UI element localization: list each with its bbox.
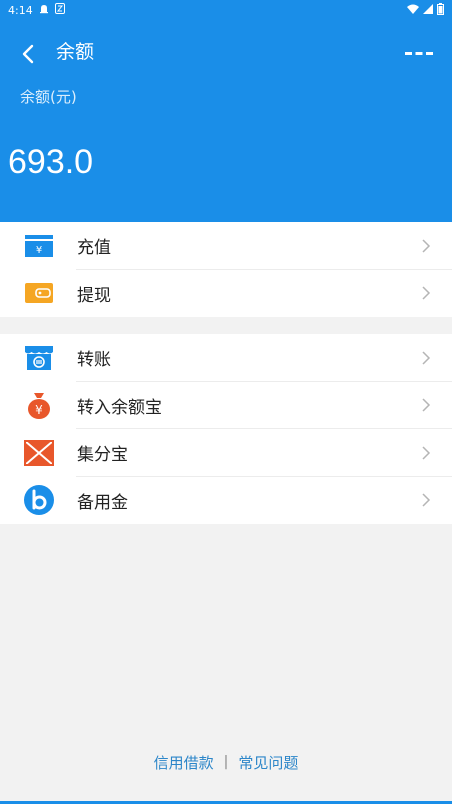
- svg-text:¥: ¥: [35, 403, 43, 417]
- money-bag-icon: ¥: [22, 388, 56, 422]
- menu-item-withdraw[interactable]: 提现: [0, 270, 452, 318]
- points-icon: [22, 436, 56, 470]
- menu-item-label: 备用金: [77, 492, 128, 513]
- more-button[interactable]: [404, 42, 434, 66]
- menu-group-funds: ¥ 充值 提现: [0, 222, 452, 317]
- recharge-icon: ¥: [22, 229, 56, 263]
- chevron-right-icon: [420, 397, 432, 413]
- balance-header: 余额 余额(元) 693.0: [0, 20, 452, 222]
- chevron-right-icon: [420, 492, 432, 508]
- menu-item-label: 转入余额宝: [77, 397, 162, 418]
- notification-icon: [39, 4, 49, 17]
- chevron-right-icon: [420, 285, 432, 301]
- signal-icon: [423, 3, 433, 17]
- screen: 4:14 余额 余额(元) 693.0 ¥ 充值 提现 转账 ¥ 转入余额宝 集…: [0, 0, 452, 804]
- chevron-right-icon: [420, 445, 432, 461]
- svg-text:¥: ¥: [36, 245, 42, 256]
- menu-item-transfer-to-yuebao[interactable]: ¥ 转入余额宝: [0, 382, 452, 429]
- back-arrow-icon: [22, 44, 34, 64]
- more-icon: [405, 52, 433, 55]
- menu-item-label: 转账: [77, 350, 111, 371]
- transfer-icon: [22, 341, 56, 375]
- page-title: 余额: [56, 41, 95, 63]
- menu-item-transfer[interactable]: 转账: [0, 334, 452, 382]
- faq-link[interactable]: 常见问题: [238, 752, 298, 773]
- balance-label: 余额(元): [20, 88, 77, 106]
- footer-separator: |: [223, 754, 229, 770]
- withdraw-icon: [22, 276, 56, 310]
- back-button[interactable]: [14, 40, 42, 68]
- menu-item-reserve-fund[interactable]: 备用金: [0, 477, 452, 525]
- menu-item-label: 充值: [77, 238, 111, 259]
- toolbar: 余额: [0, 32, 452, 72]
- menu-item-label: 集分宝: [77, 445, 128, 466]
- balance-value: 693.0: [8, 143, 94, 181]
- menu-item-label: 提现: [77, 285, 111, 306]
- chevron-right-icon: [420, 238, 432, 254]
- app-icon: [54, 3, 65, 17]
- footer-links: 信用借款 | 常见问题: [0, 750, 452, 774]
- battery-icon: [437, 2, 444, 18]
- menu-group-services: 转账 ¥ 转入余额宝 集分宝 备用金: [0, 334, 452, 524]
- menu-item-recharge[interactable]: ¥ 充值: [0, 222, 452, 270]
- reserve-fund-icon: [22, 483, 56, 517]
- menu-item-points[interactable]: 集分宝: [0, 429, 452, 477]
- credit-loan-link[interactable]: 信用借款: [154, 752, 214, 773]
- status-bar: 4:14: [0, 0, 452, 20]
- status-time: 4:14: [8, 3, 33, 17]
- chevron-right-icon: [420, 350, 432, 366]
- wifi-icon: [407, 4, 419, 17]
